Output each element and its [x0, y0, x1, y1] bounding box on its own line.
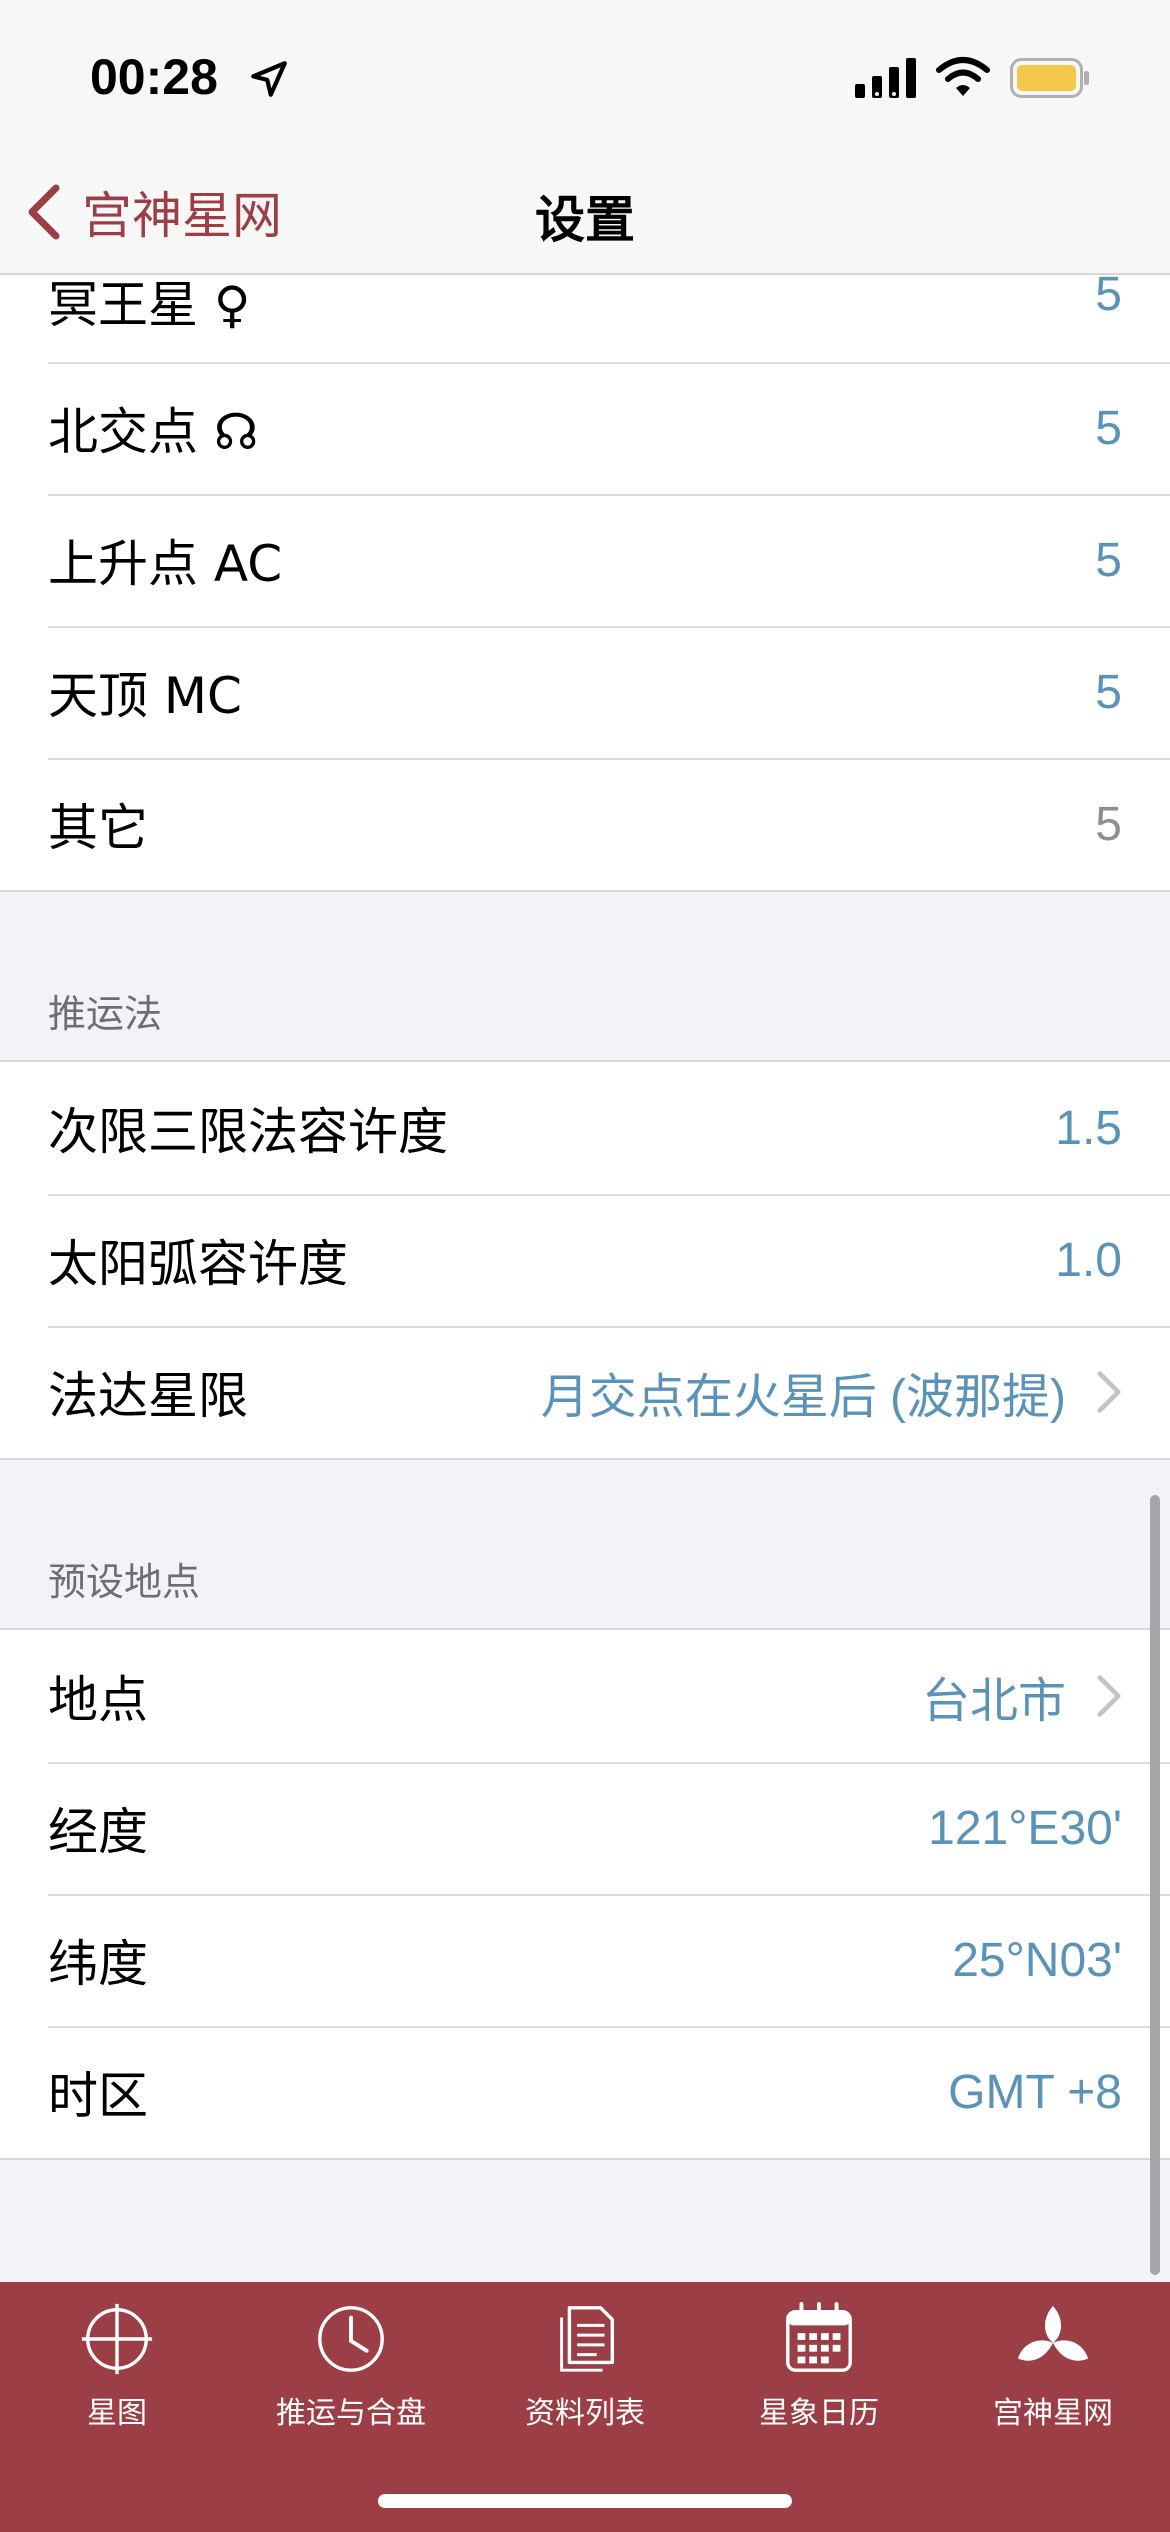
row-value: 台北市: [921, 1675, 1066, 1728]
tab-label: 星图: [87, 2396, 147, 2431]
row-value: 5: [1095, 797, 1122, 851]
row-value: 5: [1095, 401, 1122, 455]
row-value: 5: [1095, 665, 1122, 719]
row-value: 5: [1095, 533, 1122, 587]
settings-row-north-node[interactable]: 北交点 ☊ 5: [0, 362, 1170, 494]
settings-row-pluto[interactable]: 冥王星 ♀ 5: [0, 268, 1170, 362]
location-settings-group: 地点 台北市 经度 121°E30' 纬度 25°N03' 时区 GMT +8: [0, 1628, 1170, 2160]
home-indicator[interactable]: [378, 2494, 792, 2508]
row-value: GMT +8: [948, 2065, 1122, 2119]
status-time: 00:28: [90, 49, 218, 105]
row-label: 上升点 AC: [48, 535, 283, 593]
row-label: 天顶 MC: [48, 667, 242, 725]
chart-wheel-icon: [81, 2303, 153, 2375]
row-label: 其它: [48, 799, 148, 857]
settings-row-location[interactable]: 地点 台北市: [0, 1630, 1170, 1762]
tab-label: 宫神星网: [993, 2396, 1113, 2431]
row-value: 121°E30': [928, 1801, 1122, 1855]
calendar-icon: [786, 2301, 852, 2372]
tab-chart[interactable]: 星图: [0, 2282, 234, 2442]
status-bar: 00:28: [0, 0, 1170, 150]
page-title: 设置: [535, 191, 635, 249]
tab-progression[interactable]: 推运与合盘: [234, 2282, 468, 2442]
row-label: 纬度: [48, 1935, 148, 1993]
logo-icon: [1017, 2305, 1089, 2361]
row-label: 冥王星 ♀: [48, 276, 251, 334]
document-list-icon: [560, 2306, 615, 2372]
settings-row-longitude[interactable]: 经度 121°E30': [0, 1762, 1170, 1894]
settings-row-other[interactable]: 其它 5: [0, 758, 1170, 890]
row-value: 5: [1095, 268, 1122, 321]
row-value: 25°N03': [952, 1933, 1122, 1987]
settings-row-ascendant[interactable]: 上升点 AC 5: [0, 494, 1170, 626]
section-header-label: 预设地点: [48, 1560, 201, 1604]
tab-data-list[interactable]: 资料列表: [468, 2282, 702, 2442]
settings-row-firdaria[interactable]: 法达星限 月交点在火星后 (波那提): [0, 1326, 1170, 1458]
chevron-right-icon: [1097, 1675, 1121, 1717]
settings-row-latitude[interactable]: 纬度 25°N03': [0, 1894, 1170, 2026]
wifi-icon: [936, 57, 990, 96]
row-label: 太阳弧容许度: [48, 1235, 348, 1293]
cellular-signal-icon: [855, 58, 916, 98]
row-value: 1.0: [1055, 1233, 1122, 1287]
row-value: 1.5: [1055, 1101, 1122, 1155]
section-header-label: 推运法: [48, 992, 163, 1036]
clock-icon: [318, 2306, 384, 2372]
settings-row-midheaven[interactable]: 天顶 MC 5: [0, 626, 1170, 758]
tab-label: 星象日历: [759, 2396, 879, 2431]
orb-settings-group: 冥王星 ♀ 5 北交点 ☊ 5 上升点 AC 5 天顶 MC 5 其它 5: [0, 268, 1170, 892]
scroll-indicator[interactable]: [1150, 1495, 1160, 2275]
tab-label: 资料列表: [525, 2396, 645, 2431]
tab-label: 推运与合盘: [276, 2396, 426, 2431]
row-value: 月交点在火星后 (波那提): [540, 1371, 1066, 1424]
section-header-progression: 推运法: [0, 892, 1170, 1060]
tab-calendar[interactable]: 星象日历: [702, 2282, 936, 2442]
row-label: 次限三限法容许度: [48, 1103, 448, 1161]
battery-icon: [1010, 58, 1089, 98]
row-label: 时区: [48, 2067, 148, 2125]
settings-list: 冥王星 ♀ 5 北交点 ☊ 5 上升点 AC 5 天顶 MC 5 其它 5 推运…: [0, 268, 1170, 2160]
section-header-default-location: 预设地点: [0, 1460, 1170, 1628]
row-label: 北交点 ☊: [48, 403, 259, 461]
navigation-bar: 宫神星网 设置: [0, 150, 1170, 275]
settings-row-timezone[interactable]: 时区 GMT +8: [0, 2026, 1170, 2158]
tab-home[interactable]: 宫神星网: [936, 2282, 1170, 2442]
settings-row-solar-arc-orb[interactable]: 太阳弧容许度 1.0: [0, 1194, 1170, 1326]
chevron-right-icon: [1097, 1371, 1121, 1413]
row-label: 地点: [48, 1671, 148, 1729]
row-label: 法达星限: [48, 1367, 248, 1425]
settings-row-secondary-orb[interactable]: 次限三限法容许度 1.5: [0, 1062, 1170, 1194]
location-arrow-icon: [251, 61, 287, 97]
row-label: 经度: [48, 1803, 148, 1861]
settings-screen: 00:28 宫神星网 设置 冥王星 ♀ 5 北交点 ☊ 5 上升点 AC 5 天…: [0, 0, 1170, 2532]
progression-settings-group: 次限三限法容许度 1.5 太阳弧容许度 1.0 法达星限 月交点在火星后 (波那…: [0, 1060, 1170, 1460]
